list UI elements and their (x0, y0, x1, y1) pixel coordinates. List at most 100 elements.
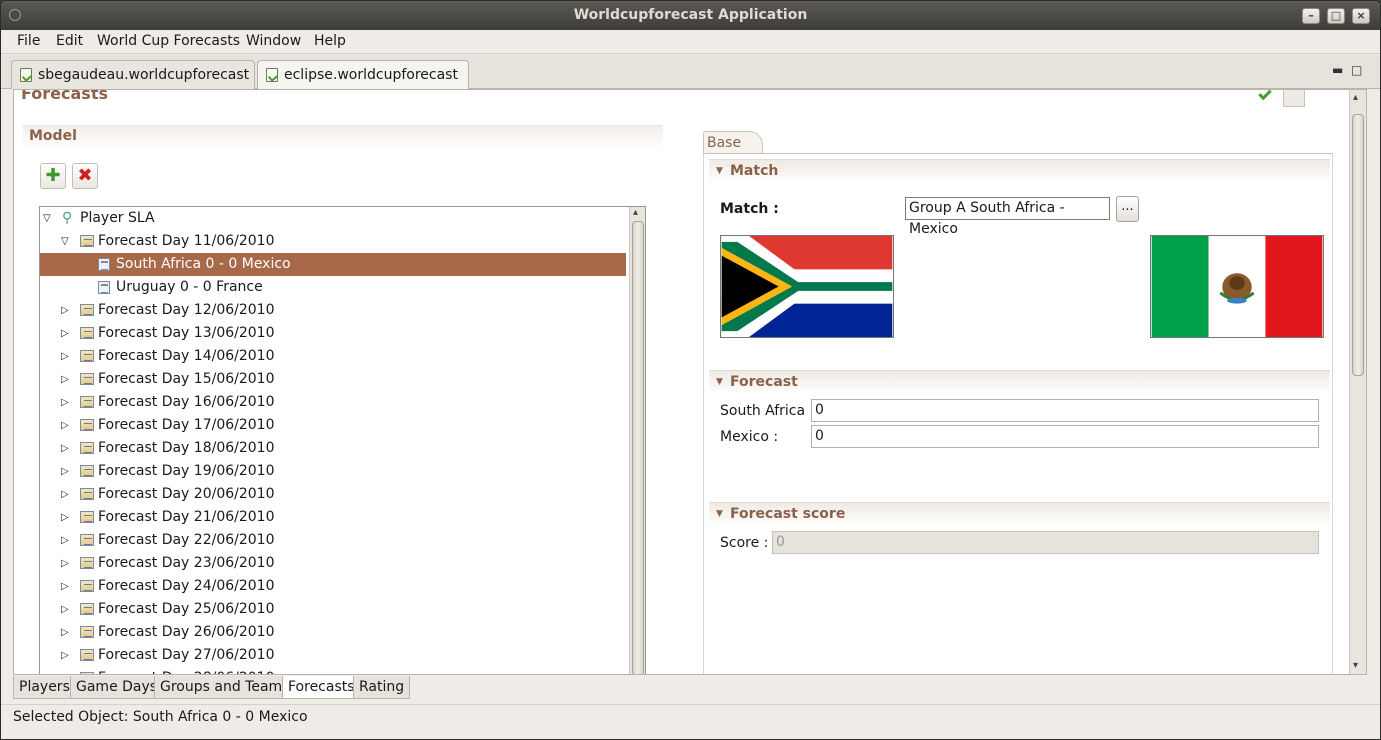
tree-item-forecast-day[interactable]: ▷ Forecast Day 26/06/2010 (40, 621, 626, 644)
expanded-twisty-icon[interactable]: ▽ (61, 230, 69, 253)
close-button[interactable]: × (1352, 8, 1370, 24)
forecast-section-header[interactable]: ▼ Forecast (709, 370, 1330, 394)
tree-item-forecast-day[interactable]: ▷ Forecast Day 12/06/2010 (40, 299, 626, 322)
tree-item-forecast-day[interactable]: ▷ Forecast Day 16/06/2010 (40, 391, 626, 414)
collapsed-twisty-icon[interactable]: ▷ (61, 667, 69, 674)
tree-item-label: Forecast Day 25/06/2010 (98, 601, 275, 617)
scroll-up-icon[interactable]: ▴ (1353, 92, 1358, 103)
tree-item-label: Player SLA (80, 210, 155, 226)
editor-tab-eclipse[interactable]: eclipse.worldcupforecast ⊠ (257, 60, 469, 110)
form-scroll-thumb[interactable] (1352, 114, 1364, 376)
minimize-button[interactable]: – (1302, 8, 1320, 24)
tree-item-forecast-day[interactable]: ▷ Forecast Day 18/06/2010 (40, 437, 626, 460)
forecast-day-icon (80, 649, 94, 661)
menu-bar: File Edit World Cup Forecasts Window Hel… (1, 30, 1380, 54)
collapsed-twisty-icon[interactable]: ▷ (61, 644, 69, 667)
page-tab-rating[interactable]: Rating (353, 676, 411, 699)
tree-item-forecast-day[interactable]: ▷ Forecast Day 19/06/2010 (40, 460, 626, 483)
maximize-editor-icon[interactable]: □ (1351, 63, 1362, 77)
menu-edit[interactable]: Edit (56, 33, 83, 49)
collapsed-twisty-icon[interactable]: ▷ (61, 552, 69, 575)
model-tree[interactable]: ▽ ⚲ Player SLA ▽ Forecast Day 11/06/2010 Sout… (39, 206, 646, 674)
tree-item-label: Forecast Day 23/06/2010 (98, 555, 275, 571)
forecast-day-icon (80, 419, 94, 431)
tree-scroll-thumb[interactable] (632, 221, 644, 674)
window-menu-icon[interactable] (9, 9, 21, 21)
scroll-up-icon[interactable]: ▴ (633, 207, 638, 218)
add-element-button[interactable]: ✚ (40, 163, 66, 189)
model-file-icon (266, 68, 278, 82)
collapsed-twisty-icon[interactable]: ▷ (61, 299, 69, 322)
tree-item-forecast-day[interactable]: ▷ Forecast Day 28/06/2010 (40, 667, 626, 674)
tree-item-forecast-day[interactable]: ▷ Forecast Day 21/06/2010 (40, 506, 626, 529)
menu-window[interactable]: Window (246, 33, 301, 49)
collapsed-twisty-icon[interactable]: ▷ (61, 598, 69, 621)
collapsed-twisty-icon[interactable]: ▷ (61, 414, 69, 437)
collapsed-twisty-icon[interactable]: ▷ (61, 345, 69, 368)
form-title: Forecasts (21, 89, 108, 103)
menu-world-cup-forecasts[interactable]: World Cup Forecasts (97, 33, 240, 49)
collapse-triangle-icon: ▼ (716, 509, 723, 519)
maximize-button[interactable]: □ (1327, 8, 1345, 24)
page-tab-forecasts[interactable]: Forecasts (282, 676, 361, 699)
tree-item-forecast-day[interactable]: ▷ Forecast Day 20/06/2010 (40, 483, 626, 506)
page-tab-game-days[interactable]: Game Days (70, 676, 164, 699)
match-forecast-icon (98, 258, 110, 271)
tab-base[interactable]: Base (703, 131, 763, 154)
match-field[interactable]: Group A South Africa - Mexico (905, 197, 1110, 237)
player-icon: ⚲ (62, 210, 73, 226)
tree-scrollbar[interactable]: ▴ (629, 207, 645, 674)
tree-item-forecast-day[interactable]: ▷ Forecast Day 13/06/2010 (40, 322, 626, 345)
collapsed-twisty-icon[interactable]: ▷ (61, 322, 69, 345)
menu-help[interactable]: Help (314, 33, 346, 49)
collapsed-twisty-icon[interactable]: ▷ (61, 460, 69, 483)
forecast-day-icon (80, 327, 94, 339)
collapsed-twisty-icon[interactable]: ▷ (61, 529, 69, 552)
tree-item-label: Forecast Day 28/06/2010 (98, 667, 274, 674)
match-section-header[interactable]: ▼ Match (709, 159, 1330, 183)
page-tab-players[interactable]: Players (13, 676, 76, 699)
collapsed-twisty-icon[interactable]: ▷ (61, 437, 69, 460)
tree-item-forecast-day[interactable]: ▷ Forecast Day 25/06/2010 (40, 598, 626, 621)
tree-item-match[interactable]: South Africa 0 - 0 Mexico (40, 253, 626, 276)
away-score-input[interactable]: 0 (811, 425, 1319, 448)
editor-tab-sbegaudeau[interactable]: sbegaudeau.worldcupforecast (11, 60, 255, 89)
tree-item-forecast-day[interactable]: ▷ Forecast Day 24/06/2010 (40, 575, 626, 598)
forecast-score-section-header[interactable]: ▼ Forecast score (709, 502, 1330, 526)
expanded-twisty-icon[interactable]: ▽ (43, 207, 51, 230)
forecast-day-icon (80, 465, 94, 477)
page-tab-groups-and-teams[interactable]: Groups and Teams (154, 676, 296, 699)
collapsed-twisty-icon[interactable]: ▷ (61, 368, 69, 391)
form-scrollbar[interactable]: ▴ ▾ (1349, 90, 1366, 674)
window-title: Worldcupforecast Application (573, 7, 808, 23)
collapsed-twisty-icon[interactable]: ▷ (61, 391, 69, 414)
collapsed-twisty-icon[interactable]: ▷ (61, 575, 69, 598)
collapsed-twisty-icon[interactable]: ▷ (61, 621, 69, 644)
tree-item-label: Forecast Day 27/06/2010 (98, 647, 275, 663)
forecast-day-icon (80, 557, 94, 569)
layout-horizontal-icon[interactable] (1283, 90, 1305, 107)
tree-item-forecast-day[interactable]: ▽ Forecast Day 11/06/2010 (40, 230, 626, 253)
home-score-input[interactable]: 0 (811, 399, 1319, 422)
layout-vertical-icon[interactable] (1309, 90, 1331, 107)
tree-root-player[interactable]: ▽ ⚲ Player SLA (40, 207, 626, 230)
collapsed-twisty-icon[interactable]: ▷ (61, 506, 69, 529)
tree-item-forecast-day[interactable]: ▷ Forecast Day 14/06/2010 (40, 345, 626, 368)
browse-match-button[interactable]: ... (1116, 196, 1139, 222)
menu-file[interactable]: File (17, 33, 40, 49)
match-section-title: Match (730, 163, 779, 179)
tree-item-forecast-day[interactable]: ▷ Forecast Day 17/06/2010 (40, 414, 626, 437)
minimize-editor-icon[interactable]: ▬ (1332, 63, 1343, 77)
editor-tab-label: eclipse.worldcupforecast (284, 67, 458, 83)
tree-item-forecast-day[interactable]: ▷ Forecast Day 22/06/2010 (40, 529, 626, 552)
collapsed-twisty-icon[interactable]: ▷ (61, 483, 69, 506)
tree-item-label: Forecast Day 12/06/2010 (98, 302, 275, 318)
scroll-down-icon[interactable]: ▾ (1353, 660, 1358, 671)
delete-element-button[interactable]: ✖ (72, 163, 98, 189)
tree-item-forecast-day[interactable]: ▷ Forecast Day 15/06/2010 (40, 368, 626, 391)
tree-item-match[interactable]: Uruguay 0 - 0 France (40, 276, 626, 299)
tree-item-label: Forecast Day 22/06/2010 (98, 532, 275, 548)
tree-item-forecast-day[interactable]: ▷ Forecast Day 23/06/2010 (40, 552, 626, 575)
tree-item-forecast-day[interactable]: ▷ Forecast Day 27/06/2010 (40, 644, 626, 667)
tree-item-label: Forecast Day 21/06/2010 (98, 509, 275, 525)
